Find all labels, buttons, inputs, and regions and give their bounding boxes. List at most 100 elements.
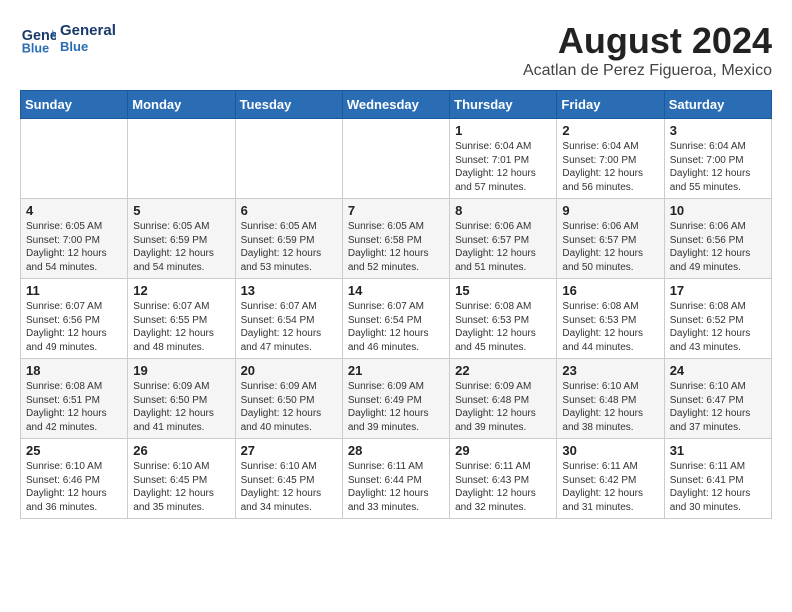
day-number: 16 xyxy=(562,283,658,298)
day-info: Sunrise: 6:07 AMSunset: 6:55 PMDaylight:… xyxy=(133,300,229,354)
weekday-header-row: SundayMondayTuesdayWednesdayThursdayFrid… xyxy=(21,91,772,119)
calendar-cell xyxy=(128,119,235,199)
day-info: Sunrise: 6:08 AMSunset: 6:51 PMDaylight:… xyxy=(26,380,122,434)
calendar-cell: 16 Sunrise: 6:08 AMSunset: 6:53 PMDayligh… xyxy=(557,279,664,359)
day-number: 12 xyxy=(133,283,229,298)
day-info: Sunrise: 6:11 AMSunset: 6:44 PMDaylight:… xyxy=(348,460,444,514)
day-number: 22 xyxy=(455,363,551,378)
calendar-cell: 2Sunrise: 6:04 AMSunset: 7:00 PMDaylight… xyxy=(557,119,664,199)
day-info: Sunrise: 6:09 AMSunset: 6:50 PMDaylight:… xyxy=(241,380,337,434)
calendar-cell: 28 Sunrise: 6:11 AMSunset: 6:44 PMDayligh… xyxy=(342,439,449,519)
day-info: Sunrise: 6:07 AMSunset: 6:56 PMDaylight:… xyxy=(26,300,122,354)
weekday-header-monday: Monday xyxy=(128,91,235,119)
day-number: 27 xyxy=(241,443,337,458)
day-number: 31 xyxy=(670,443,766,458)
title-block: August 2024 Acatlan de Perez Figueroa, M… xyxy=(523,20,772,80)
logo-line2: Blue xyxy=(60,39,116,54)
day-number: 5 xyxy=(133,203,229,218)
month-title: August 2024 xyxy=(523,20,772,62)
calendar-cell: 18 Sunrise: 6:08 AMSunset: 6:51 PMDayligh… xyxy=(21,359,128,439)
calendar-cell: 24 Sunrise: 6:10 AMSunset: 6:47 PMDayligh… xyxy=(664,359,771,439)
day-number: 24 xyxy=(670,363,766,378)
day-number: 3 xyxy=(670,123,766,138)
calendar-week-row: 11Sunrise: 6:07 AMSunset: 6:56 PMDayligh… xyxy=(21,279,772,359)
calendar-cell: 27 Sunrise: 6:10 AMSunset: 6:45 PMDayligh… xyxy=(235,439,342,519)
svg-text:Blue: Blue xyxy=(22,41,49,55)
calendar-cell: 22 Sunrise: 6:09 AMSunset: 6:48 PMDayligh… xyxy=(450,359,557,439)
day-info: Sunrise: 6:10 AMSunset: 6:46 PMDaylight:… xyxy=(26,460,122,514)
day-number: 20 xyxy=(241,363,337,378)
day-number: 4 xyxy=(26,203,122,218)
day-info: Sunrise: 6:04 AMSunset: 7:01 PMDaylight:… xyxy=(455,140,551,194)
day-number: 23 xyxy=(562,363,658,378)
day-number: 8 xyxy=(455,203,551,218)
calendar-week-row: 18 Sunrise: 6:08 AMSunset: 6:51 PMDayligh… xyxy=(21,359,772,439)
weekday-header-tuesday: Tuesday xyxy=(235,91,342,119)
logo: General Blue General Blue xyxy=(20,20,116,56)
weekday-header-friday: Friday xyxy=(557,91,664,119)
calendar-cell: 8Sunrise: 6:06 AMSunset: 6:57 PMDaylight… xyxy=(450,199,557,279)
calendar-cell: 9Sunrise: 6:06 AMSunset: 6:57 PMDaylight… xyxy=(557,199,664,279)
calendar-cell xyxy=(235,119,342,199)
day-info: Sunrise: 6:09 AMSunset: 6:49 PMDaylight:… xyxy=(348,380,444,434)
weekday-header-sunday: Sunday xyxy=(21,91,128,119)
day-info: Sunrise: 6:07 AMSunset: 6:54 PMDaylight:… xyxy=(241,300,337,354)
calendar-cell: 1 Sunrise: 6:04 AMSunset: 7:01 PMDaylight… xyxy=(450,119,557,199)
day-number: 28 xyxy=(348,443,444,458)
day-info: Sunrise: 6:08 AMSunset: 6:52 PMDaylight:… xyxy=(670,300,766,354)
calendar-cell: 4 Sunrise: 6:05 AMSunset: 7:00 PMDaylight… xyxy=(21,199,128,279)
calendar-week-row: 1 Sunrise: 6:04 AMSunset: 7:01 PMDaylight… xyxy=(21,119,772,199)
day-info: Sunrise: 6:05 AMSunset: 6:58 PMDaylight:… xyxy=(348,220,444,274)
location-title: Acatlan de Perez Figueroa, Mexico xyxy=(523,62,772,80)
day-info: Sunrise: 6:08 AMSunset: 6:53 PMDaylight:… xyxy=(562,300,658,354)
day-info: Sunrise: 6:11 AMSunset: 6:43 PMDaylight:… xyxy=(455,460,551,514)
day-number: 15 xyxy=(455,283,551,298)
calendar-table: SundayMondayTuesdayWednesdayThursdayFrid… xyxy=(20,90,772,519)
weekday-header-thursday: Thursday xyxy=(450,91,557,119)
day-number: 25 xyxy=(26,443,122,458)
day-info: Sunrise: 6:06 AMSunset: 6:56 PMDaylight:… xyxy=(670,220,766,274)
calendar-cell xyxy=(342,119,449,199)
calendar-cell: 30Sunrise: 6:11 AMSunset: 6:42 PMDayligh… xyxy=(557,439,664,519)
calendar-cell: 3Sunrise: 6:04 AMSunset: 7:00 PMDaylight… xyxy=(664,119,771,199)
day-info: Sunrise: 6:08 AMSunset: 6:53 PMDaylight:… xyxy=(455,300,551,354)
day-number: 9 xyxy=(562,203,658,218)
day-number: 14 xyxy=(348,283,444,298)
day-info: Sunrise: 6:04 AMSunset: 7:00 PMDaylight:… xyxy=(562,140,658,194)
day-info: Sunrise: 6:09 AMSunset: 6:50 PMDaylight:… xyxy=(133,380,229,434)
logo-icon: General Blue xyxy=(20,20,56,56)
day-info: Sunrise: 6:11 AMSunset: 6:41 PMDaylight:… xyxy=(670,460,766,514)
calendar-cell: 7 Sunrise: 6:05 AMSunset: 6:58 PMDaylight… xyxy=(342,199,449,279)
day-info: Sunrise: 6:05 AMSunset: 6:59 PMDaylight:… xyxy=(133,220,229,274)
day-info: Sunrise: 6:07 AMSunset: 6:54 PMDaylight:… xyxy=(348,300,444,354)
calendar-cell: 10Sunrise: 6:06 AMSunset: 6:56 PMDayligh… xyxy=(664,199,771,279)
calendar-week-row: 25 Sunrise: 6:10 AMSunset: 6:46 PMDayligh… xyxy=(21,439,772,519)
calendar-week-row: 4 Sunrise: 6:05 AMSunset: 7:00 PMDaylight… xyxy=(21,199,772,279)
calendar-cell: 25 Sunrise: 6:10 AMSunset: 6:46 PMDayligh… xyxy=(21,439,128,519)
day-info: Sunrise: 6:09 AMSunset: 6:48 PMDaylight:… xyxy=(455,380,551,434)
day-number: 21 xyxy=(348,363,444,378)
day-number: 6 xyxy=(241,203,337,218)
calendar-cell: 12 Sunrise: 6:07 AMSunset: 6:55 PMDayligh… xyxy=(128,279,235,359)
day-info: Sunrise: 6:11 AMSunset: 6:42 PMDaylight:… xyxy=(562,460,658,514)
day-number: 26 xyxy=(133,443,229,458)
day-info: Sunrise: 6:05 AMSunset: 7:00 PMDaylight:… xyxy=(26,220,122,274)
calendar-cell: 5 Sunrise: 6:05 AMSunset: 6:59 PMDaylight… xyxy=(128,199,235,279)
day-number: 1 xyxy=(455,123,551,138)
calendar-cell: 31 Sunrise: 6:11 AMSunset: 6:41 PMDayligh… xyxy=(664,439,771,519)
day-number: 18 xyxy=(26,363,122,378)
day-number: 7 xyxy=(348,203,444,218)
day-info: Sunrise: 6:10 AMSunset: 6:45 PMDaylight:… xyxy=(241,460,337,514)
day-info: Sunrise: 6:10 AMSunset: 6:48 PMDaylight:… xyxy=(562,380,658,434)
calendar-cell: 26Sunrise: 6:10 AMSunset: 6:45 PMDayligh… xyxy=(128,439,235,519)
calendar-cell: 20 Sunrise: 6:09 AMSunset: 6:50 PMDayligh… xyxy=(235,359,342,439)
logo-line1: General xyxy=(60,22,116,39)
day-info: Sunrise: 6:10 AMSunset: 6:47 PMDaylight:… xyxy=(670,380,766,434)
calendar-cell: 29 Sunrise: 6:11 AMSunset: 6:43 PMDayligh… xyxy=(450,439,557,519)
calendar-cell: 14 Sunrise: 6:07 AMSunset: 6:54 PMDayligh… xyxy=(342,279,449,359)
day-number: 19 xyxy=(133,363,229,378)
calendar-cell: 19 Sunrise: 6:09 AMSunset: 6:50 PMDayligh… xyxy=(128,359,235,439)
weekday-header-saturday: Saturday xyxy=(664,91,771,119)
calendar-cell: 11Sunrise: 6:07 AMSunset: 6:56 PMDayligh… xyxy=(21,279,128,359)
day-number: 29 xyxy=(455,443,551,458)
